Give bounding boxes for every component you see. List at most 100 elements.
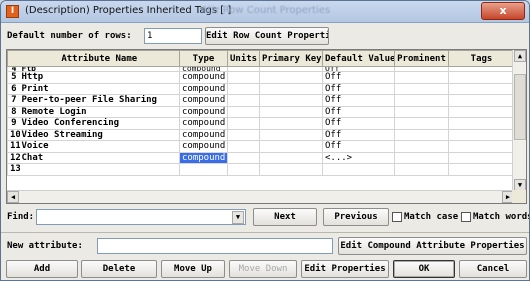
units-cell[interactable] (227, 105, 260, 118)
type-cell[interactable]: compound (179, 71, 228, 84)
table-row[interactable]: 8 Remote Login compound Off (7, 105, 515, 118)
move-down-button[interactable]: Move Down (229, 260, 297, 278)
prominent-cell[interactable] (394, 151, 449, 164)
primary-key-cell[interactable] (259, 151, 323, 164)
units-cell[interactable] (227, 128, 260, 141)
match-case-checkbox[interactable] (392, 212, 402, 222)
table-row[interactable]: 7 Peer-to-peer File Sharing compound Off (7, 94, 515, 107)
attribute-name-cell[interactable]: Video Conferencing (19, 117, 180, 130)
close-button[interactable]: x (481, 2, 525, 20)
primary-key-cell[interactable] (259, 71, 323, 84)
default-value-cell[interactable]: Off (322, 140, 395, 153)
type-cell[interactable]: compound (179, 117, 228, 130)
find-combobox[interactable]: ▼ (36, 209, 246, 225)
default-value-cell[interactable]: Off (322, 71, 395, 84)
table-row[interactable]: 11 Voice compound Off (7, 140, 515, 153)
type-cell[interactable]: compound (179, 82, 228, 95)
tags-cell[interactable] (448, 117, 515, 130)
match-case-label[interactable]: Match case (404, 212, 458, 222)
table-row[interactable]: 5 Http compound Off (7, 71, 515, 84)
units-cell[interactable] (227, 71, 260, 84)
scroll-left-arrow-icon[interactable]: ◀ (7, 191, 19, 203)
default-value-cell[interactable] (322, 163, 395, 176)
column-header-primary-key[interactable]: Primary Key (259, 50, 323, 67)
scroll-up-arrow-icon[interactable]: ▲ (514, 50, 526, 62)
primary-key-cell[interactable] (259, 163, 323, 176)
type-cell-selected[interactable]: compound (179, 151, 228, 164)
prominent-cell[interactable] (394, 128, 449, 141)
default-rows-input[interactable]: 1 (144, 28, 202, 44)
attribute-name-cell[interactable] (19, 163, 180, 176)
vertical-scrollbar[interactable]: ▲ ▼ (512, 50, 526, 191)
type-cell[interactable]: compound (179, 94, 228, 107)
edit-properties-button[interactable]: Edit Properties (301, 260, 389, 278)
previous-button[interactable]: Previous (323, 208, 389, 226)
primary-key-cell[interactable] (259, 94, 323, 107)
default-value-cell[interactable]: Off (322, 128, 395, 141)
edit-row-count-properties-button[interactable]: Edit Row Count Properties (205, 27, 329, 45)
match-words-label[interactable]: Match words (473, 212, 529, 222)
primary-key-cell[interactable] (259, 128, 323, 141)
type-cell[interactable]: compound (179, 105, 228, 118)
units-cell[interactable] (227, 94, 260, 107)
attribute-name-cell[interactable]: Print (19, 82, 180, 95)
type-cell[interactable]: compound (179, 128, 228, 141)
units-cell[interactable] (227, 82, 260, 95)
units-cell[interactable] (227, 140, 260, 153)
attribute-name-cell[interactable]: Voice (19, 140, 180, 153)
prominent-cell[interactable] (394, 94, 449, 107)
tags-cell[interactable] (448, 151, 515, 164)
primary-key-cell[interactable] (259, 117, 323, 130)
default-value-cell[interactable]: Off (322, 117, 395, 130)
column-header-prominent[interactable]: Prominent (394, 50, 449, 67)
column-header-tags[interactable]: Tags (448, 50, 515, 67)
next-button[interactable]: Next (253, 208, 317, 226)
primary-key-cell[interactable] (259, 105, 323, 118)
table-row[interactable]: 13 (7, 163, 515, 176)
type-cell[interactable]: compound (179, 66, 228, 72)
ok-button[interactable]: OK (393, 260, 455, 278)
units-cell[interactable] (227, 151, 260, 164)
attribute-name-cell[interactable]: Http (19, 71, 180, 84)
chevron-down-icon[interactable]: ▼ (232, 211, 244, 224)
table-row[interactable]: 10 Video Streaming compound Off (7, 128, 515, 141)
prominent-cell[interactable] (394, 71, 449, 84)
column-header-type[interactable]: Type (179, 50, 228, 67)
prominent-cell[interactable] (394, 105, 449, 118)
prominent-cell[interactable] (394, 117, 449, 130)
attributes-grid[interactable]: Attribute Name Type Units Primary Key De… (6, 49, 527, 204)
attribute-name-cell[interactable]: Peer-to-peer File Sharing (19, 94, 180, 107)
attribute-name-cell[interactable]: Chat (19, 151, 180, 164)
column-header-default-value[interactable]: Default Value (322, 50, 395, 67)
title-bar[interactable]: I (Description) Properties Inherited Tag… (1, 1, 529, 23)
primary-key-cell[interactable] (259, 82, 323, 95)
edit-compound-attribute-properties-button[interactable]: Edit Compound Attribute Properties (338, 237, 527, 255)
tags-cell[interactable] (448, 71, 515, 84)
tags-cell[interactable] (448, 140, 515, 153)
add-button[interactable]: Add (6, 260, 78, 278)
match-words-checkbox[interactable] (461, 212, 471, 222)
new-attribute-input[interactable] (97, 238, 333, 254)
attribute-name-cell[interactable]: Remote Login (19, 105, 180, 118)
units-cell[interactable] (227, 117, 260, 130)
primary-key-cell[interactable] (259, 140, 323, 153)
units-cell[interactable] (227, 163, 260, 176)
cancel-button[interactable]: Cancel (459, 260, 527, 278)
delete-button[interactable]: Delete (81, 260, 157, 278)
table-row-selected[interactable]: 12 Chat compound <...> (7, 151, 515, 164)
tags-cell[interactable] (448, 94, 515, 107)
tags-cell[interactable] (448, 128, 515, 141)
column-header-units[interactable]: Units (227, 50, 260, 67)
default-value-cell[interactable]: Off (322, 94, 395, 107)
prominent-cell[interactable] (394, 163, 449, 176)
attribute-name-cell[interactable]: Video Streaming (19, 128, 180, 141)
type-cell[interactable] (179, 163, 228, 176)
table-row[interactable]: 9 Video Conferencing compound Off (7, 117, 515, 130)
default-value-cell[interactable]: Off (322, 82, 395, 95)
horizontal-scrollbar[interactable]: ◀ ▶ (7, 190, 514, 203)
table-row[interactable]: 6 Print compound Off (7, 82, 515, 95)
default-value-cell[interactable]: Off (322, 105, 395, 118)
default-value-cell[interactable]: <...> (322, 151, 395, 164)
prominent-cell[interactable] (394, 140, 449, 153)
column-header-attribute-name[interactable]: Attribute Name (19, 50, 180, 67)
